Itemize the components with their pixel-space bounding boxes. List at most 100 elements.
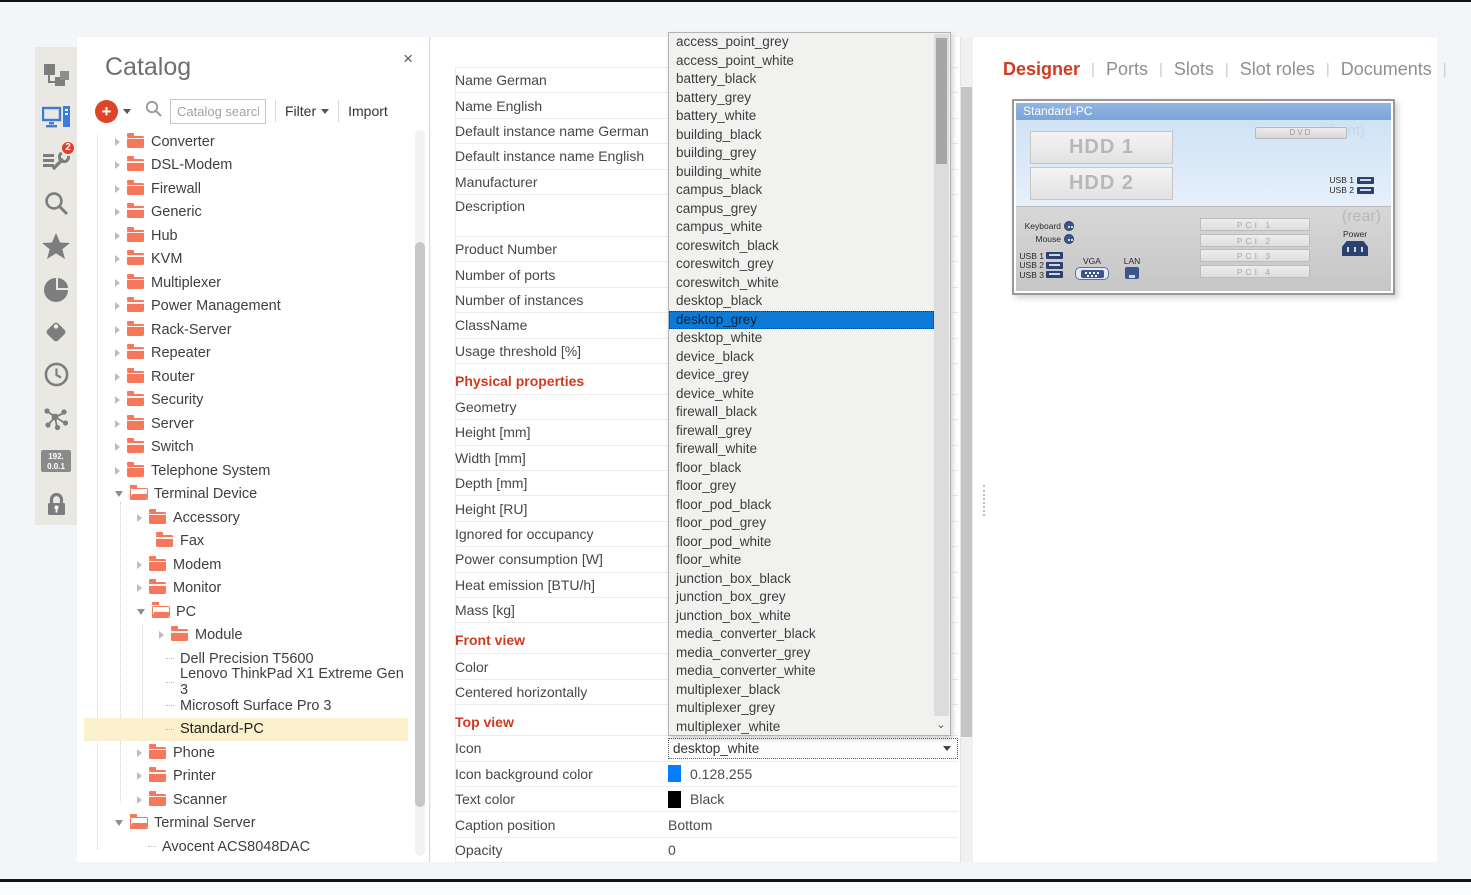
tab-documents[interactable]: Documents — [1341, 59, 1432, 80]
dropdown-option[interactable]: building_grey — [669, 144, 934, 163]
tools-icon[interactable]: 2 — [35, 139, 77, 182]
expander-icon[interactable] — [115, 302, 120, 310]
devices-icon[interactable] — [35, 96, 77, 139]
tree-item[interactable]: Avocent ACS8048DAC — [84, 835, 408, 859]
tree-item[interactable]: Firewall — [84, 177, 408, 201]
expander-icon[interactable] — [137, 796, 142, 804]
dropdown-option[interactable]: multiplexer_black — [669, 681, 934, 700]
dropdown-option[interactable]: floor_pod_white — [669, 533, 934, 552]
dropdown-option[interactable]: floor_pod_black — [669, 496, 934, 515]
expander-icon[interactable] — [115, 208, 120, 216]
tab-designer[interactable]: Designer — [1003, 59, 1080, 80]
tree-item[interactable]: Rack-Server — [84, 318, 408, 342]
tab-slot-roles[interactable]: Slot roles — [1240, 59, 1315, 80]
expander-icon[interactable] — [137, 772, 142, 780]
tree-item[interactable]: Microsoft Surface Pro 3 — [84, 694, 408, 718]
dropdown-option-selected[interactable]: desktop_grey — [669, 311, 934, 330]
pci3-slot[interactable]: PCI 3 — [1200, 249, 1310, 262]
add-dropdown-caret-icon[interactable] — [123, 109, 131, 114]
dropdown-option[interactable]: battery_black — [669, 70, 934, 89]
dropdown-option[interactable]: device_grey — [669, 366, 934, 385]
dropdown-option[interactable]: floor_white — [669, 551, 934, 570]
dropdown-option[interactable]: device_black — [669, 348, 934, 367]
tree-item[interactable]: Modem — [84, 553, 408, 577]
tree-item[interactable]: Terminal Server — [84, 812, 408, 836]
filter-caret-icon[interactable] — [321, 109, 329, 114]
tree-item[interactable]: Security — [84, 389, 408, 413]
ip-address-icon[interactable]: 192.0.0.1 — [35, 439, 77, 482]
expander-icon[interactable] — [137, 584, 142, 592]
pci2-slot[interactable]: PCI 2 — [1200, 234, 1310, 247]
dropdown-option[interactable]: floor_pod_grey — [669, 514, 934, 533]
expander-icon[interactable] — [137, 561, 142, 569]
dropdown-option[interactable]: building_black — [669, 126, 934, 145]
pci1-slot[interactable]: PCI 1 — [1200, 218, 1310, 231]
tree-item[interactable]: Monitor — [84, 577, 408, 601]
dropdown-option[interactable]: device_white — [669, 385, 934, 404]
expander-icon[interactable] — [115, 820, 123, 826]
filter-button[interactable]: Filter — [285, 103, 316, 119]
property-value[interactable]: 0.128.255 — [668, 765, 958, 782]
tree-item[interactable]: Power Management — [84, 295, 408, 319]
clock-icon[interactable] — [35, 353, 77, 396]
dropdown-option[interactable]: media_converter_grey — [669, 644, 934, 663]
tree-item[interactable]: KVM — [84, 248, 408, 272]
tree-item[interactable]: Module — [84, 624, 408, 648]
expander-icon[interactable] — [115, 420, 120, 428]
import-button[interactable]: Import — [348, 103, 388, 119]
vga-port[interactable]: VGA — [1072, 256, 1112, 280]
tree-item[interactable]: Router — [84, 365, 408, 389]
rear-usb3-port[interactable]: USB 3 — [1018, 270, 1063, 280]
dropdown-option[interactable]: coreswitch_white — [669, 274, 934, 293]
network-map-icon[interactable] — [35, 396, 77, 439]
dropdown-option[interactable]: desktop_white — [669, 329, 934, 348]
tree-item[interactable]: Telephone System — [84, 459, 408, 483]
tree-item[interactable]: Accessory — [84, 506, 408, 530]
tree-scrollbar-thumb[interactable] — [415, 242, 425, 807]
expander-icon[interactable] — [115, 443, 120, 451]
dropdown-option[interactable]: floor_black — [669, 459, 934, 478]
expander-icon[interactable] — [137, 514, 142, 522]
search-icon[interactable] — [35, 182, 77, 225]
rear-usb1-port[interactable]: USB 1 — [1018, 251, 1063, 261]
dropdown-option[interactable]: access_point_grey — [669, 33, 934, 52]
dropdown-option[interactable]: firewall_grey — [669, 422, 934, 441]
hdd1-slot[interactable]: HDD 1 — [1030, 131, 1173, 164]
tree-item[interactable]: Hub — [84, 224, 408, 248]
dropdown-scrollbar-thumb[interactable] — [936, 38, 947, 164]
keyboard-port[interactable]: Keyboard — [1018, 219, 1074, 232]
expander-icon[interactable] — [115, 161, 120, 169]
pci4-slot[interactable]: PCI 4 — [1200, 265, 1310, 278]
tree-item[interactable]: Converter — [84, 130, 408, 154]
hdd2-slot[interactable]: HDD 2 — [1030, 167, 1173, 200]
pie-chart-icon[interactable] — [35, 268, 77, 311]
tag-icon[interactable] — [35, 310, 77, 353]
expander-icon[interactable] — [137, 749, 142, 757]
dropdown-option[interactable]: coreswitch_black — [669, 237, 934, 256]
rear-usb2-port[interactable]: USB 2 — [1018, 261, 1063, 271]
lock-icon[interactable] — [35, 482, 77, 525]
expander-icon[interactable] — [115, 396, 120, 404]
properties-scrollbar-thumb[interactable] — [961, 87, 972, 737]
dropdown-option[interactable]: junction_box_black — [669, 570, 934, 589]
dropdown-option[interactable]: battery_grey — [669, 89, 934, 108]
tree-item[interactable]: Server — [84, 412, 408, 436]
front-usb2-port[interactable]: USB 2 — [1329, 185, 1374, 195]
dropdown-option[interactable]: multiplexer_white — [669, 718, 934, 737]
dropdown-option[interactable]: floor_grey — [669, 477, 934, 496]
dropdown-option[interactable]: campus_white — [669, 218, 934, 237]
close-icon[interactable]: × — [403, 49, 413, 69]
expander-icon[interactable] — [115, 349, 120, 357]
dropdown-option[interactable]: junction_box_white — [669, 607, 934, 626]
expander-icon[interactable] — [115, 467, 120, 475]
expander-icon[interactable] — [115, 279, 120, 287]
catalog-search-input[interactable] — [170, 99, 266, 124]
tree-item[interactable]: DSL-Modem — [84, 154, 408, 178]
dropdown-option[interactable]: campus_grey — [669, 200, 934, 219]
lan-port[interactable]: LAN — [1120, 256, 1144, 279]
property-value[interactable]: Black — [668, 791, 958, 808]
favorites-star-icon[interactable] — [35, 225, 77, 268]
expander-icon[interactable] — [115, 373, 120, 381]
tree-item[interactable]: Repeater — [84, 342, 408, 366]
topology-icon[interactable] — [35, 53, 77, 96]
